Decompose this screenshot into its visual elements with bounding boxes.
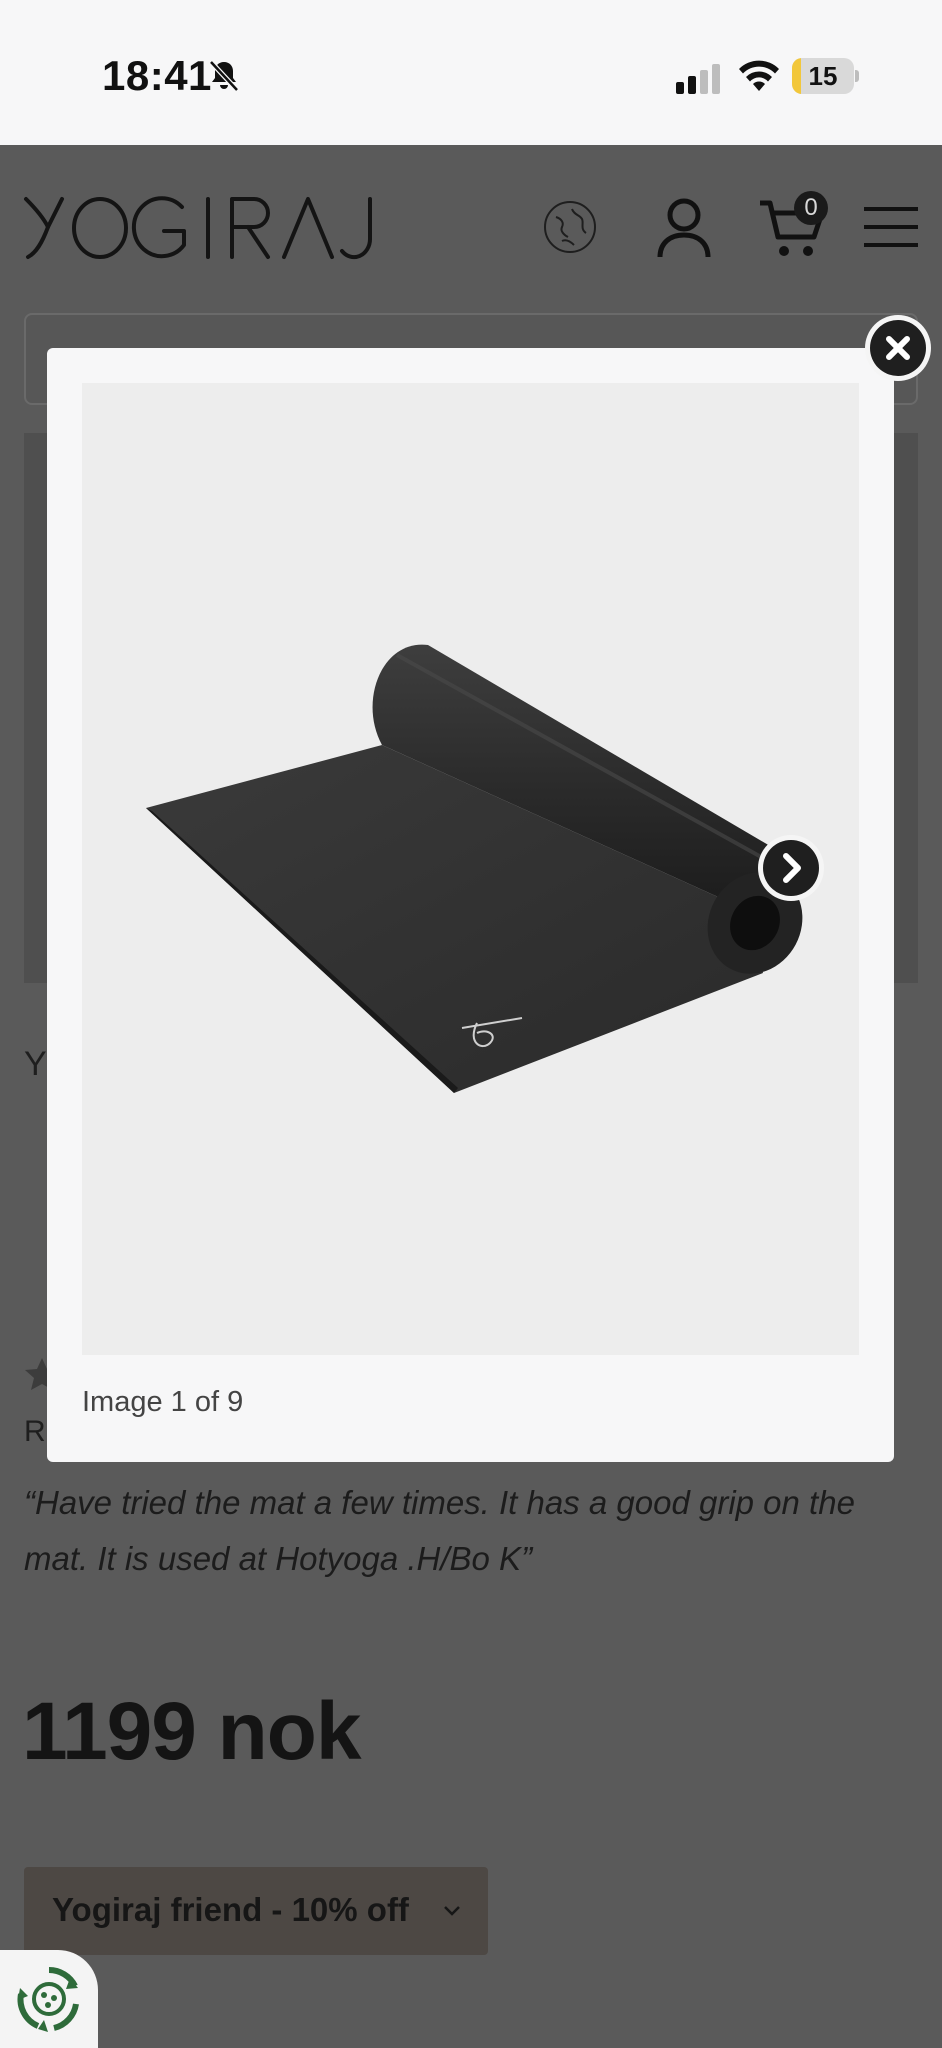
cart-count-badge: 0 — [794, 191, 828, 225]
battery-indicator: 15 — [792, 58, 860, 94]
eco-badge[interactable] — [0, 1950, 98, 2048]
wifi-icon — [739, 60, 779, 91]
next-image-button[interactable] — [755, 832, 827, 904]
close-lightbox-button[interactable] — [862, 312, 934, 384]
yogiraj-logo[interactable] — [22, 193, 376, 263]
product-image[interactable] — [82, 383, 859, 1355]
user-icon[interactable] — [656, 197, 712, 259]
yoga-mat-image — [146, 644, 803, 1093]
status-bar: 18:41 15 — [0, 0, 942, 145]
chevron-down-icon — [444, 1906, 460, 1916]
review-quote: “Have tried the mat a few times. It has … — [24, 1484, 855, 1577]
friend-discount-label: Yogiraj friend - 10% off — [52, 1891, 409, 1928]
muted-bell-icon — [209, 60, 239, 92]
cellular-signal-icon — [676, 64, 720, 94]
product-price: 1199 nok — [22, 1686, 361, 1777]
friend-discount-dropdown[interactable]: Yogiraj friend - 10% off — [24, 1867, 488, 1955]
menu-icon[interactable] — [864, 205, 918, 249]
globe-icon[interactable] — [542, 199, 598, 255]
image-lightbox: Image 1 of 9 — [47, 348, 894, 1462]
status-time: 18:41 — [102, 52, 212, 99]
partial-text: Y — [24, 1045, 47, 1083]
recycle-globe-icon — [17, 1966, 79, 2032]
image-caption: Image 1 of 9 — [82, 1386, 244, 1418]
partial-text: R — [24, 1415, 46, 1448]
